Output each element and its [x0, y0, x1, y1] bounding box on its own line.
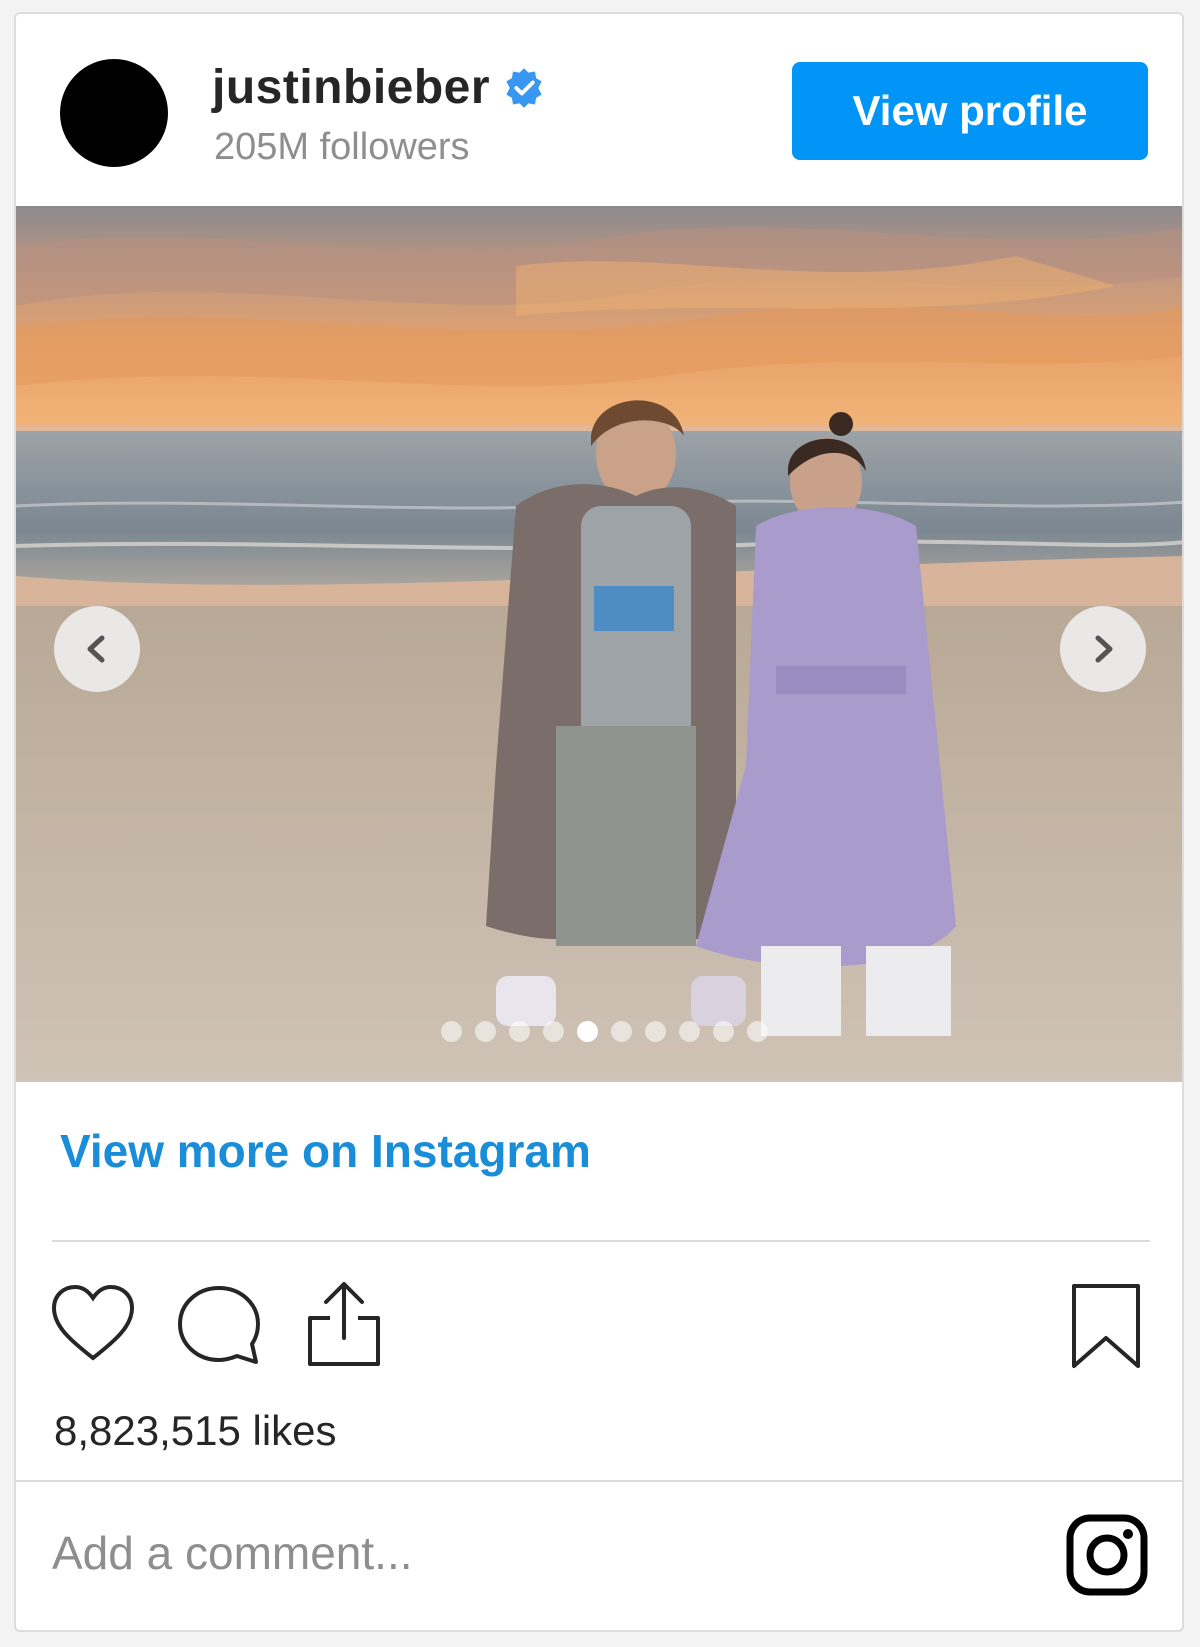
- carousel-indicator: [16, 1021, 1182, 1042]
- carousel-next-button[interactable]: [1060, 606, 1146, 692]
- divider: [52, 1240, 1150, 1242]
- action-bar: [16, 1254, 1182, 1368]
- post-header: justinbieber 205M followers View profile: [16, 14, 1182, 206]
- view-more-link[interactable]: View more on Instagram: [60, 1124, 591, 1178]
- carousel-dot: [474, 1021, 496, 1042]
- instagram-logo-icon[interactable]: [1066, 1514, 1148, 1596]
- carousel-dot: [440, 1021, 462, 1042]
- carousel-dot: [508, 1021, 530, 1042]
- carousel-dot: [542, 1021, 564, 1042]
- chevron-right-icon: [1095, 635, 1113, 663]
- carousel-dot: [576, 1021, 598, 1042]
- username[interactable]: justinbieber: [212, 60, 490, 115]
- comment-input[interactable]: [50, 1512, 954, 1594]
- chevron-left-icon: [87, 635, 105, 663]
- carousel-dot: [678, 1021, 700, 1042]
- likes-count: 8,823,515 likes: [54, 1407, 337, 1454]
- post-photo[interactable]: [16, 206, 1182, 1082]
- verified-badge-icon: [506, 67, 542, 108]
- carousel-prev-button[interactable]: [54, 606, 140, 692]
- divider: [16, 1480, 1182, 1482]
- beach-sunset-photo: [16, 206, 1182, 1082]
- username-row: justinbieber: [212, 60, 546, 115]
- avatar[interactable]: [60, 59, 168, 167]
- carousel-dot: [610, 1021, 632, 1042]
- carousel-dot: [712, 1021, 734, 1042]
- carousel-dot: [746, 1021, 768, 1042]
- share-icon[interactable]: [304, 1280, 384, 1368]
- instagram-embed-card: justinbieber 205M followers View profile: [14, 12, 1184, 1632]
- followers-count: 205M followers: [214, 126, 470, 168]
- view-profile-button[interactable]: View profile: [792, 62, 1148, 160]
- bookmark-icon[interactable]: [1070, 1282, 1142, 1370]
- heart-icon[interactable]: [50, 1284, 136, 1364]
- comment-icon[interactable]: [176, 1284, 262, 1366]
- carousel-dot: [644, 1021, 666, 1042]
